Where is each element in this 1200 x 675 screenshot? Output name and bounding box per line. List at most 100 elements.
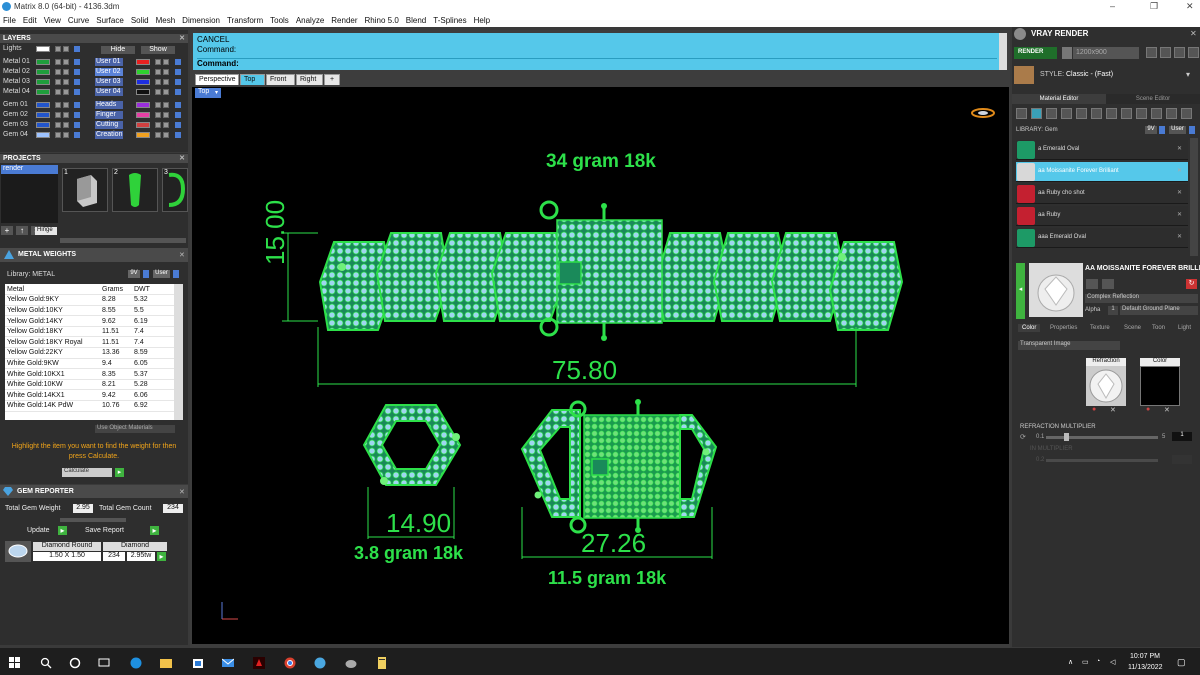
layer-name[interactable]: User 02 — [95, 68, 123, 76]
menu-mesh[interactable]: Mesh — [156, 16, 176, 25]
layer-name[interactable]: Gem 03 — [3, 121, 28, 130]
chrome-icon[interactable] — [284, 657, 296, 669]
lock-icon[interactable] — [55, 79, 61, 85]
layer-color-swatch[interactable] — [36, 122, 50, 128]
hide-button[interactable]: Hide — [101, 46, 135, 54]
lock-icon[interactable] — [155, 59, 161, 65]
bulb-icon[interactable] — [63, 69, 69, 75]
lock-icon[interactable] — [155, 122, 161, 128]
tab-top[interactable]: Top — [240, 74, 265, 85]
lock-icon[interactable] — [55, 89, 61, 95]
frame-icon[interactable] — [1106, 108, 1117, 119]
table-row[interactable]: Yellow Gold:18KY Royal 11.51 7.4 — [5, 336, 174, 349]
menu-surface[interactable]: Surface — [96, 16, 124, 25]
material-remove-icon[interactable]: ✕ — [1177, 189, 1182, 196]
material-preview-toggle[interactable]: ◂ — [1016, 263, 1025, 319]
menu-analyze[interactable]: Analyze — [296, 16, 324, 25]
layer-color-swatch[interactable] — [136, 122, 150, 128]
grid-icon[interactable] — [1076, 108, 1087, 119]
layer-color-swatch[interactable] — [136, 102, 150, 108]
menu-help[interactable]: Help — [474, 16, 490, 25]
layer-toggle[interactable] — [175, 102, 181, 108]
color-swatch[interactable] — [1140, 366, 1180, 406]
table-row[interactable]: White Gold:10KX1 8.35 5.37 — [5, 368, 174, 380]
notification-icon[interactable]: ▢ — [1177, 657, 1186, 668]
update-button[interactable]: ▸ — [58, 526, 67, 535]
vray-tool-4[interactable] — [1188, 47, 1199, 58]
metal-lib-toggle[interactable] — [143, 270, 149, 278]
layer-toggle[interactable] — [175, 69, 181, 75]
layer-name[interactable]: Heads — [95, 101, 123, 109]
color-pick-icon[interactable]: ● — [1146, 406, 1156, 415]
bulb-icon[interactable] — [63, 79, 69, 85]
search-icon[interactable] — [40, 657, 52, 669]
menu-curve[interactable]: Curve — [68, 16, 89, 25]
metal-lib-9v-button[interactable]: 9V — [128, 270, 140, 278]
lock-icon[interactable] — [55, 46, 61, 52]
layer-color-swatch[interactable] — [36, 59, 50, 65]
layer-color-swatch[interactable] — [36, 89, 50, 95]
layer-color-swatch[interactable] — [36, 46, 50, 52]
table-row[interactable]: White Gold:14KX1 9.42 6.06 — [5, 389, 174, 402]
layer-toggle[interactable] — [74, 112, 80, 118]
layer-name[interactable]: User 01 — [95, 58, 123, 66]
layer-name[interactable]: Gem 04 — [3, 131, 28, 140]
gem-reporter-close-icon[interactable]: ✕ — [179, 488, 185, 496]
bulb-icon[interactable] — [163, 59, 169, 65]
clock-time[interactable]: 10:07 PM — [1130, 653, 1160, 660]
menu-view[interactable]: View — [44, 16, 61, 25]
minimize-button[interactable]: – — [1110, 1, 1115, 11]
projects-scrollbar[interactable] — [60, 238, 186, 243]
gem-row-select-button[interactable]: ▸ — [157, 552, 166, 561]
render-button[interactable]: RENDER — [1014, 47, 1057, 59]
metal-icon[interactable] — [1061, 108, 1072, 119]
sphere-icon[interactable] — [1046, 108, 1057, 119]
layer-toggle[interactable] — [175, 112, 181, 118]
material-remove-icon[interactable]: ✕ — [1177, 211, 1182, 218]
bulb-icon[interactable] — [163, 102, 169, 108]
tab-right[interactable]: Right — [296, 74, 323, 85]
layer-name[interactable]: Metal 01 — [3, 58, 30, 67]
refraction-swatch[interactable] — [1086, 366, 1126, 406]
table-row[interactable]: Yellow Gold:10KY 8.55 5.5 — [5, 305, 174, 317]
diamond-icon[interactable] — [1031, 108, 1042, 119]
windows-start-icon[interactable] — [9, 657, 21, 669]
project-thumb-2[interactable] — [112, 168, 158, 212]
menu-render[interactable]: Render — [331, 16, 357, 25]
style-value[interactable]: Classic - (Fast) — [1066, 71, 1113, 78]
menu-rhino[interactable]: Rhino 5.0 — [365, 16, 399, 25]
layer-toggle[interactable] — [175, 122, 181, 128]
layer-name[interactable]: Metal 03 — [3, 78, 30, 87]
project-item-render[interactable]: render — [1, 165, 58, 174]
table-row[interactable]: White Gold:9KW 9.4 6.05 — [5, 358, 174, 370]
gem-lib-toggle[interactable] — [1159, 126, 1165, 134]
layer-toggle[interactable] — [74, 102, 80, 108]
metal-table[interactable]: Metal Grams DWT Yellow Gold:9KY 8.28 5.32 Y… — [5, 284, 174, 420]
material-save-icon[interactable] — [1086, 279, 1098, 289]
tray-arrow-icon[interactable]: ∧ — [1068, 658, 1073, 666]
layer-color-swatch[interactable] — [36, 69, 50, 75]
layer-toggle[interactable] — [74, 69, 80, 75]
maximize-button[interactable]: ❐ — [1150, 1, 1158, 12]
tray-wifi-icon[interactable]: ◔ — [1096, 658, 1100, 665]
layer-name[interactable]: Finger — [95, 111, 123, 119]
tab-scene-editor[interactable]: Scene Editor — [1106, 94, 1200, 104]
tab-scene[interactable]: Scene — [1124, 325, 1141, 331]
color-clear-icon[interactable]: ✕ — [1164, 406, 1174, 415]
command-input[interactable]: Command: — [197, 58, 997, 69]
layer-toggle[interactable] — [175, 79, 181, 85]
task-view-icon[interactable] — [98, 657, 110, 669]
table-row[interactable]: Yellow Gold:14KY 9.62 6.19 — [5, 315, 174, 327]
layer-color-swatch[interactable] — [136, 112, 150, 118]
chat-icon[interactable] — [1151, 108, 1162, 119]
bulb-icon[interactable] — [163, 69, 169, 75]
layer-toggle[interactable] — [74, 79, 80, 85]
material-remove-icon[interactable]: ✕ — [1177, 145, 1182, 152]
rhino-app-icon[interactable] — [345, 657, 357, 669]
layer-toggle[interactable] — [175, 89, 181, 95]
refraction-multiplier-value[interactable]: 1 — [1172, 432, 1192, 441]
bulb-icon[interactable] — [163, 132, 169, 138]
metal-weights-close-icon[interactable]: ✕ — [179, 251, 185, 259]
top-viewport[interactable]: Top ▾ 34 gram 18k 15.00 75.80 14.90 3.8 … — [192, 87, 1009, 644]
tray-volume-icon[interactable]: ◁ — [1110, 658, 1115, 666]
